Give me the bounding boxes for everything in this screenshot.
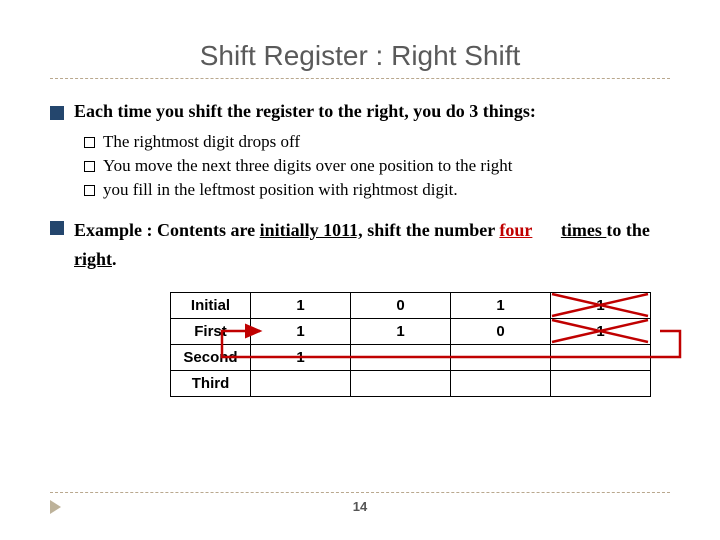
triangle-icon — [50, 500, 61, 514]
intro-text: Each time you shift the register to the … — [74, 101, 536, 122]
example-period: . — [112, 249, 117, 269]
shift-table-wrap: Initial 1 0 1 1 First 1 1 0 1 Second 1 — [170, 292, 670, 397]
example-line: Example : Contents are initially 1011, s… — [50, 216, 670, 274]
cell: 1 — [251, 344, 351, 370]
sub-bullet-text: You move the next three digits over one … — [103, 156, 513, 176]
shift-table: Initial 1 0 1 1 First 1 1 0 1 Second 1 — [170, 292, 651, 397]
row-label: First — [171, 318, 251, 344]
divider-bottom — [50, 492, 670, 493]
square-bullet-icon — [50, 106, 64, 120]
cell: 1 — [551, 292, 651, 318]
sub-bullet-text: you fill in the leftmost position with r… — [103, 180, 458, 200]
cell — [551, 370, 651, 396]
divider-top — [50, 78, 670, 79]
row-label: Second — [171, 344, 251, 370]
cell: 1 — [251, 292, 351, 318]
sub-bullet: The rightmost digit drops off — [84, 132, 670, 152]
example-mid: shift the number — [363, 220, 500, 240]
cell: 1 — [551, 318, 651, 344]
sub-bullet-list: The rightmost digit drops off You move t… — [84, 132, 670, 200]
row-label: Third — [171, 370, 251, 396]
row-label: Initial — [171, 292, 251, 318]
cell: 0 — [351, 292, 451, 318]
cell — [351, 344, 451, 370]
example-initially: initially 1011, — [260, 220, 363, 240]
checkbox-icon — [84, 185, 95, 196]
checkbox-icon — [84, 161, 95, 172]
sub-bullet-text: The rightmost digit drops off — [103, 132, 300, 152]
cell — [251, 370, 351, 396]
cell: 1 — [451, 292, 551, 318]
table-row: First 1 1 0 1 — [171, 318, 651, 344]
example-four: four — [499, 220, 532, 240]
table-row: Initial 1 0 1 1 — [171, 292, 651, 318]
cell: 0 — [451, 318, 551, 344]
cell — [351, 370, 451, 396]
footer: 14 — [0, 492, 720, 514]
intro-line: Each time you shift the register to the … — [50, 101, 670, 122]
page-title: Shift Register : Right Shift — [50, 40, 670, 72]
example-lead: Example : Contents are — [74, 220, 260, 240]
page-number: 14 — [61, 499, 659, 514]
cell — [551, 344, 651, 370]
cell — [451, 344, 551, 370]
example-to-the: to the — [606, 220, 650, 240]
square-bullet-icon — [50, 221, 64, 235]
example-right: right — [74, 249, 112, 269]
cell: 1 — [251, 318, 351, 344]
sub-bullet: You move the next three digits over one … — [84, 156, 670, 176]
table-row: Third — [171, 370, 651, 396]
example-text: Example : Contents are initially 1011, s… — [74, 216, 670, 274]
cell: 1 — [351, 318, 451, 344]
example-times: times — [561, 220, 606, 240]
sub-bullet: you fill in the leftmost position with r… — [84, 180, 670, 200]
checkbox-icon — [84, 137, 95, 148]
table-row: Second 1 — [171, 344, 651, 370]
cell — [451, 370, 551, 396]
